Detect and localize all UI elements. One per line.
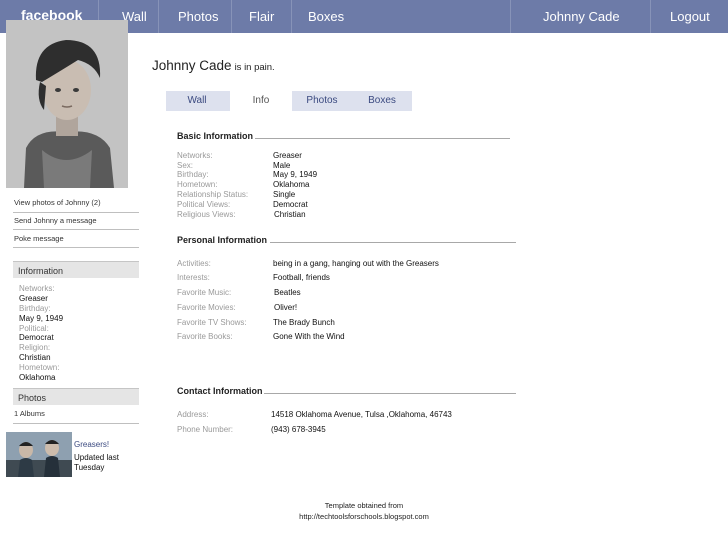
tab-wall[interactable]: Wall: [166, 91, 228, 111]
section-rule: [255, 138, 510, 139]
photos-header: Photos: [13, 388, 139, 405]
nav-photos-link[interactable]: Photos: [178, 0, 218, 33]
info-political-label: Political:: [19, 324, 49, 333]
row-label: Favorite TV Shows:: [177, 318, 247, 327]
profile-photo-image: [6, 20, 128, 188]
row-label: Activities:: [177, 259, 211, 268]
nav-divider: [291, 0, 292, 33]
information-header: Information: [13, 261, 139, 278]
info-birthday-value: May 9, 1949: [19, 314, 64, 323]
nav-divider: [231, 0, 232, 33]
row-value: 14518 Oklahoma Avenue, Tulsa ,Oklahoma, …: [271, 410, 452, 419]
row-value: Christian: [274, 210, 306, 219]
nav-user-link[interactable]: Johnny Cade: [543, 0, 620, 33]
row-value: May 9, 1949: [273, 170, 318, 179]
row-value: Democrat: [273, 200, 308, 209]
info-birthday-label: Birthday:: [19, 304, 51, 313]
profile-photo[interactable]: [6, 20, 128, 188]
row-label: Birthday:: [177, 170, 209, 179]
tab-info[interactable]: Info: [230, 91, 292, 111]
row-label: Networks:: [177, 151, 213, 160]
album-thumbnail-image: [6, 432, 72, 477]
row-label: Sex:: [177, 161, 194, 170]
row-value[interactable]: Greaser: [273, 151, 302, 160]
sidebar-divider: [13, 423, 139, 424]
row-label: Favorite Music:: [177, 288, 232, 297]
profile-name-status: Johnny Cade is in pain.: [152, 58, 275, 73]
row-value: Male: [273, 161, 291, 170]
row-value: being in a gang, hanging out with the Gr…: [273, 259, 439, 268]
section-rule: [264, 393, 516, 394]
section-rule: [270, 242, 516, 243]
row-value: Single: [273, 190, 296, 199]
personal-info-heading: Personal Information: [177, 235, 268, 245]
info-hometown-value: Oklahoma: [19, 373, 56, 382]
albums-count-link[interactable]: 1 Albums: [14, 409, 45, 418]
row-value: Football, friends: [273, 273, 330, 282]
row-value[interactable]: Gone With the Wind: [273, 332, 345, 341]
contact-info-heading: Contact Information: [177, 386, 263, 396]
row-label: Favorite Books:: [177, 332, 233, 341]
nav-divider: [510, 0, 511, 33]
nav-boxes-link[interactable]: Boxes: [308, 0, 344, 33]
info-networks-label: Networks:: [19, 284, 55, 293]
view-photos-link[interactable]: View photos of Johnny (2): [14, 198, 101, 207]
sidebar-divider: [13, 247, 139, 248]
nav-divider: [158, 0, 159, 33]
sidebar-divider: [13, 212, 139, 213]
profile-status: is in pain.: [234, 62, 275, 73]
row-label: Address:: [177, 410, 209, 419]
credit-line: Template obtained from: [324, 501, 404, 510]
info-religion-label: Religion:: [19, 343, 51, 352]
template-credit: Template obtained from http://techtoolsf…: [280, 500, 448, 522]
album-name-link[interactable]: Greasers!: [74, 440, 109, 449]
profile-tabs: Wall Info Photos Boxes: [166, 91, 412, 111]
tab-boxes[interactable]: Boxes: [352, 91, 412, 111]
info-religion-value: Christian: [19, 353, 51, 362]
poke-link[interactable]: Poke message: [14, 234, 64, 243]
logout-link[interactable]: Logout: [670, 0, 710, 33]
album-thumbnail[interactable]: [6, 432, 72, 477]
nav-flair-link[interactable]: Flair: [249, 0, 274, 33]
info-networks-value[interactable]: Greaser: [19, 294, 48, 303]
album-updated-text: Updated last Tuesday: [74, 453, 119, 472]
row-value: (943) 678-3945: [271, 425, 326, 434]
tab-photos[interactable]: Photos: [292, 91, 352, 111]
row-value[interactable]: Beatles: [274, 288, 301, 297]
row-label: Hometown:: [177, 180, 218, 189]
credit-url-link[interactable]: http://techtoolsforschools.blogspot.com: [280, 511, 448, 522]
row-value[interactable]: Oliver!: [274, 303, 297, 312]
send-message-link[interactable]: Send Johnny a message: [14, 216, 97, 225]
row-label: Relationship Status:: [177, 190, 249, 199]
info-political-value: Democrat: [19, 333, 54, 342]
nav-divider: [650, 0, 651, 33]
sidebar-divider: [13, 229, 139, 230]
row-label: Political Views:: [177, 200, 231, 209]
basic-info-heading: Basic Information: [177, 131, 254, 141]
profile-name: Johnny Cade: [152, 58, 232, 73]
row-value: Oklahoma: [273, 180, 310, 189]
row-label: Favorite Movies:: [177, 303, 236, 312]
info-hometown-label: Hometown:: [19, 363, 60, 372]
row-value[interactable]: The Brady Bunch: [273, 318, 335, 327]
row-label: Interests:: [177, 273, 210, 282]
row-label: Religious Views:: [177, 210, 236, 219]
row-label: Phone Number:: [177, 425, 234, 434]
